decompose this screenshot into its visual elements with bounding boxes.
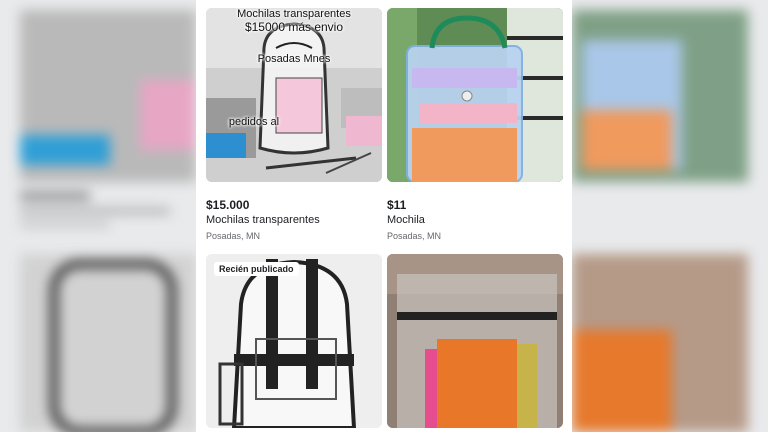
- listing-title[interactable]: Mochilas transparentes: [206, 214, 320, 226]
- listing-image[interactable]: [387, 254, 563, 428]
- listing-card[interactable]: Recién publicado: [206, 254, 382, 432]
- backpack-photo: [206, 8, 382, 182]
- listing-card[interactable]: $11 Mochila Posadas, MN: [387, 8, 563, 248]
- listing-card[interactable]: [387, 254, 563, 432]
- listing-location: Posadas, MN: [206, 231, 261, 241]
- listing-location: Posadas, MN: [387, 231, 442, 241]
- listing-price: $11: [387, 198, 407, 212]
- overlay-caption-2: $15000 más envio: [244, 20, 344, 34]
- listing-image[interactable]: Recién publicado: [206, 254, 382, 428]
- listing-image[interactable]: [387, 8, 563, 182]
- listing-image[interactable]: Mochilas transparentes $15000 más envio …: [206, 8, 382, 182]
- overlay-caption-3: Posadas Mnes: [257, 53, 331, 65]
- blurred-right-panel: [572, 0, 768, 432]
- marketplace-feed: Mochilas transparentes $15000 más envio …: [196, 0, 572, 432]
- backpack-photo: [387, 254, 563, 428]
- overlay-caption-1: Mochilas transparentes: [237, 8, 351, 20]
- overlay-caption-4: pedidos al: [228, 116, 280, 128]
- backpack-photo: [206, 254, 382, 428]
- backpack-photo: [387, 8, 563, 182]
- blurred-left-panel: [0, 0, 196, 432]
- listing-title[interactable]: Mochila: [387, 214, 425, 226]
- listing-price: $15.000: [206, 198, 250, 212]
- new-listing-badge: Recién publicado: [214, 262, 299, 276]
- listing-card[interactable]: Mochilas transparentes $15000 más envio …: [206, 8, 382, 248]
